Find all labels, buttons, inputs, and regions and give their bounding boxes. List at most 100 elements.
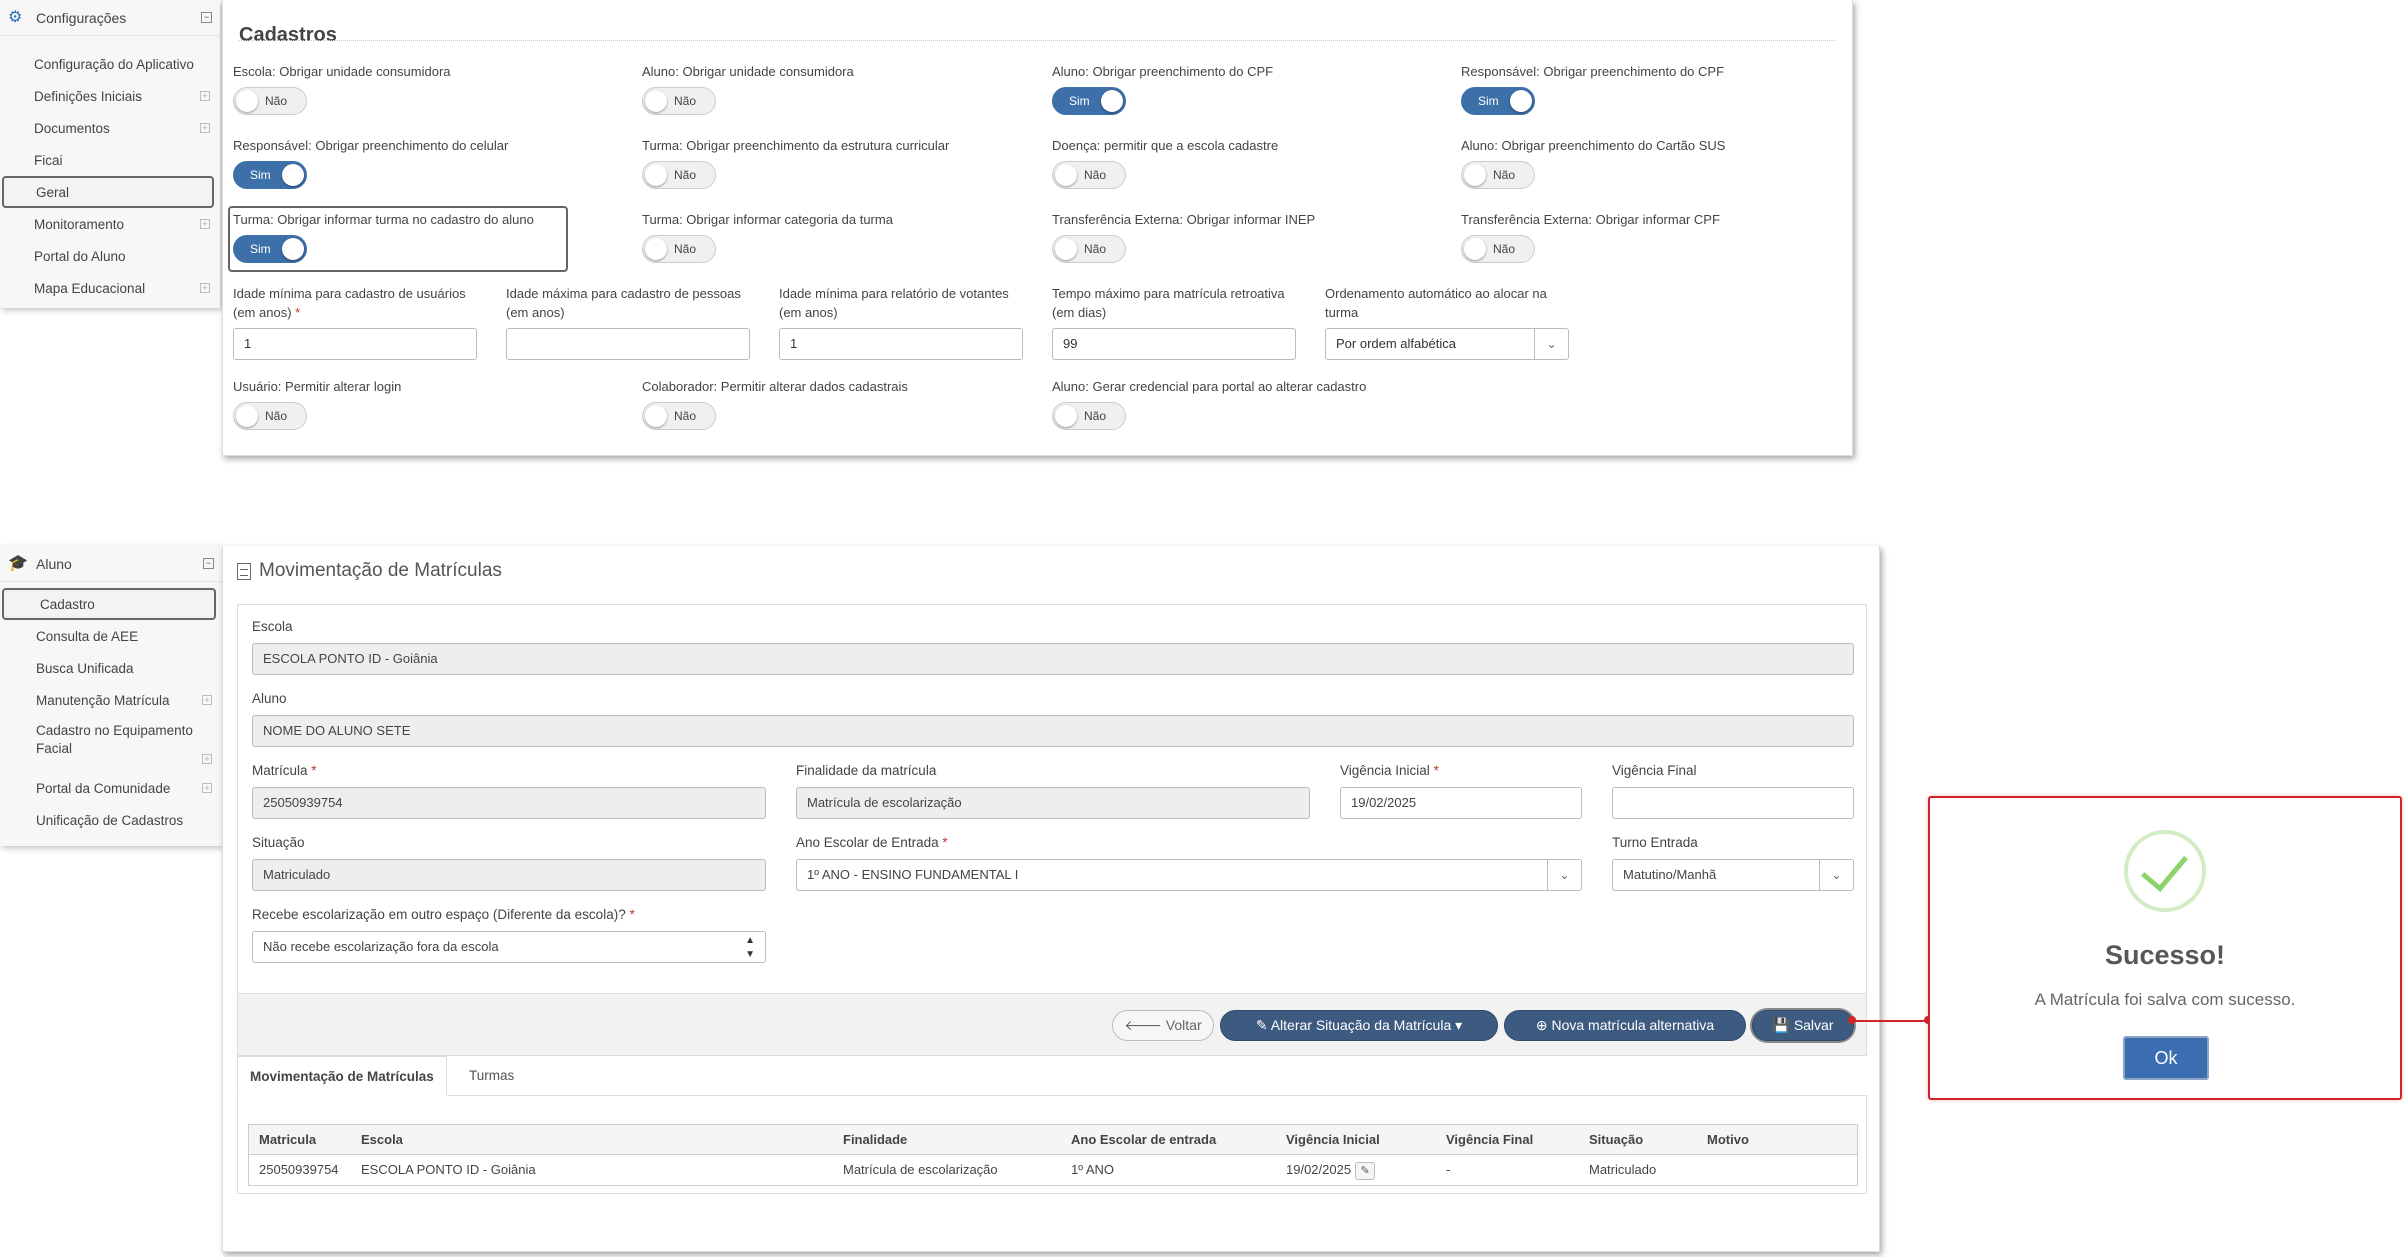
toggle-field: Usuário: Permitir alterar login Não bbox=[233, 377, 401, 430]
alterar-situacao-button[interactable]: ✎ Alterar Situação da Matrícula ▾ bbox=[1220, 1010, 1498, 1041]
sidebar-header-label: Aluno bbox=[36, 555, 72, 572]
updown-icon[interactable]: ▲ ▼ bbox=[745, 932, 755, 962]
input-label: Tempo máximo para matrícula retroativa (… bbox=[1052, 286, 1285, 320]
toggle-switch[interactable]: Não bbox=[642, 161, 716, 189]
vigencia-final-input[interactable] bbox=[1612, 787, 1854, 819]
toggle-knob bbox=[1055, 238, 1077, 260]
required-mark: * bbox=[295, 305, 301, 320]
toggle-switch[interactable]: Não bbox=[1052, 402, 1126, 430]
collapse-icon[interactable]: − bbox=[203, 558, 214, 569]
toggle-field: Transferência Externa: Obrigar informar … bbox=[1461, 210, 1720, 263]
toggle-knob bbox=[1464, 238, 1486, 260]
sidebar-item-label: Configuração do Aplicativo bbox=[34, 56, 194, 72]
sidebar-item-geral[interactable]: Geral bbox=[2, 176, 214, 208]
toggle-switch[interactable]: Sim bbox=[1461, 87, 1535, 115]
toggle-label: Aluno: Obrigar preenchimento do Cartão S… bbox=[1461, 138, 1726, 153]
vigencia-inicial-input[interactable]: 19/02/2025 bbox=[1340, 787, 1582, 819]
nova-matricula-button[interactable]: ⊕ Nova matrícula alternativa bbox=[1504, 1010, 1746, 1041]
toggle-field: Transferência Externa: Obrigar informar … bbox=[1052, 210, 1315, 263]
field-label: Aluno bbox=[252, 691, 287, 706]
column-header: Motivo bbox=[1707, 1132, 1749, 1147]
toggle-switch[interactable]: Não bbox=[233, 87, 307, 115]
voltar-button[interactable]: 🡐 Voltar bbox=[1112, 1010, 1214, 1041]
edit-icon[interactable]: ✎ bbox=[1355, 1161, 1376, 1180]
sidebar-item-cadastro-equipamento-facial[interactable]: Cadastro no Equipamento Facial + bbox=[0, 716, 222, 772]
document-icon bbox=[237, 562, 251, 580]
caret-down-icon: ▾ bbox=[1451, 1017, 1463, 1033]
sidebar-header-label: Configurações bbox=[36, 9, 127, 26]
sidebar-item-manutencao-matricula[interactable]: Manutenção Matrícula + bbox=[0, 684, 222, 716]
expand-icon[interactable]: + bbox=[200, 123, 210, 133]
idade-maxima-pessoas-input[interactable] bbox=[506, 328, 750, 360]
toggle-label: Escola: Obrigar unidade consumidora bbox=[233, 64, 451, 79]
collapse-icon[interactable]: − bbox=[201, 12, 212, 23]
plus-circle-icon: ⊕ bbox=[1535, 1017, 1552, 1033]
tab-content: Matricula Escola Finalidade Ano Escolar … bbox=[237, 1096, 1867, 1194]
sidebar-item-unificacao-cadastros[interactable]: Unificação de Cadastros bbox=[0, 804, 222, 836]
sidebar-header-configuracoes[interactable]: ⚙ Configurações − bbox=[0, 0, 220, 36]
expand-icon[interactable]: + bbox=[202, 783, 212, 793]
salvar-button[interactable]: 💾 Salvar bbox=[1752, 1010, 1854, 1041]
column-header: Matricula bbox=[259, 1132, 317, 1147]
toggle-label: Aluno: Obrigar unidade consumidora bbox=[642, 64, 854, 79]
sidebar-item-documentos[interactable]: Documentos + bbox=[0, 112, 220, 144]
sidebar-item-definicoes-iniciais[interactable]: Definições Iniciais + bbox=[0, 80, 220, 112]
chevron-down-icon[interactable]: ⌄ bbox=[1534, 329, 1568, 359]
toggle-switch[interactable]: Não bbox=[642, 402, 716, 430]
toggle-value: Não bbox=[265, 94, 288, 108]
toggle-switch[interactable]: Não bbox=[642, 235, 716, 263]
toggle-switch[interactable]: Não bbox=[233, 402, 307, 430]
toggle-value: Sim bbox=[1478, 94, 1499, 108]
toggle-label: Turma: Obrigar preenchimento da estrutur… bbox=[642, 138, 950, 153]
toggle-switch[interactable]: Não bbox=[642, 87, 716, 115]
action-bar: 🡐 Voltar ✎ Alterar Situação da Matrícula… bbox=[237, 994, 1867, 1056]
sidebar-item-monitoramento[interactable]: Monitoramento + bbox=[0, 208, 220, 240]
turno-select[interactable]: Matutino/Manhã ⌄ bbox=[1612, 859, 1854, 891]
column-header: Ano Escolar de entrada bbox=[1071, 1132, 1217, 1147]
tab-turmas[interactable]: Turmas bbox=[457, 1056, 526, 1096]
table-cell: 19/02/2025 ✎ bbox=[1286, 1155, 1376, 1185]
sidebar-header-aluno[interactable]: 🎓 Aluno − bbox=[0, 546, 222, 582]
sidebar-item-cadastro[interactable]: Cadastro bbox=[2, 588, 216, 620]
sidebar-item-mapa-educacional[interactable]: Mapa Educacional + bbox=[0, 272, 220, 304]
sidebar-item-ficai[interactable]: Ficai bbox=[0, 144, 220, 176]
expand-icon[interactable]: + bbox=[200, 91, 210, 101]
sidebar-item-portal-comunidade[interactable]: Portal da Comunidade + bbox=[0, 772, 222, 804]
ordenamento-select[interactable]: Por ordem alfabética ⌄ bbox=[1325, 328, 1569, 360]
tempo-maximo-retroativa-input[interactable]: 99 bbox=[1052, 328, 1296, 360]
recebe-escolarizacao-select[interactable]: Não recebe escolarização fora da escola ▲… bbox=[252, 931, 766, 963]
sidebar-item-busca-unificada[interactable]: Busca Unificada bbox=[0, 652, 222, 684]
edit-icon: ✎ bbox=[1255, 1017, 1271, 1033]
input-label: Idade máxima para cadastro de pessoas (e… bbox=[506, 286, 741, 320]
expand-icon[interactable]: + bbox=[202, 695, 212, 705]
sidebar-item-consulta-aee[interactable]: Consulta de AEE bbox=[0, 620, 222, 652]
toggle-switch[interactable]: Não bbox=[1052, 235, 1126, 263]
expand-icon[interactable]: + bbox=[202, 754, 212, 764]
toggle-switch[interactable]: Não bbox=[1461, 235, 1535, 263]
toggle-value: Sim bbox=[250, 168, 271, 182]
ok-button[interactable]: Ok bbox=[2123, 1036, 2209, 1080]
chevron-down-icon[interactable]: ⌄ bbox=[1819, 860, 1853, 890]
expand-icon[interactable]: + bbox=[200, 283, 210, 293]
idade-minima-votantes-input[interactable]: 1 bbox=[779, 328, 1023, 360]
vigencia-inicial-field: Vigência Inicial * 19/02/2025 bbox=[1340, 763, 1582, 819]
expand-icon[interactable]: + bbox=[200, 219, 210, 229]
toggle-switch[interactable]: Não bbox=[1052, 161, 1126, 189]
panel-title: Cadastros bbox=[239, 24, 337, 46]
toggle-label: Aluno: Gerar credencial para portal ao a… bbox=[1052, 379, 1367, 394]
sidebar-item-portal-aluno[interactable]: Portal do Aluno bbox=[0, 240, 220, 272]
toggle-switch[interactable]: Não bbox=[1461, 161, 1535, 189]
modal-title: Sucesso! bbox=[2104, 940, 2226, 970]
sidebar-item-configuracao-aplicativo[interactable]: Configuração do Aplicativo bbox=[0, 48, 220, 80]
toggle-switch[interactable]: Sim bbox=[233, 161, 307, 189]
field-label: Vigência Final bbox=[1612, 763, 1697, 778]
tab-movimentacao[interactable]: Movimentação de Matrículas bbox=[237, 1056, 447, 1096]
situacao-input: Matriculado bbox=[252, 859, 766, 891]
toggle-field: Aluno: Gerar credencial para portal ao a… bbox=[1052, 377, 1366, 430]
toggle-switch[interactable]: Sim bbox=[1052, 87, 1126, 115]
idade-minima-usuarios-input[interactable]: 1 bbox=[233, 328, 477, 360]
toggle-field: Escola: Obrigar unidade consumidora Não bbox=[233, 62, 451, 115]
chevron-down-icon[interactable]: ⌄ bbox=[1547, 860, 1581, 890]
sidebar-item-label: Portal da Comunidade bbox=[36, 780, 171, 796]
ano-escolar-select[interactable]: 1º ANO - ENSINO FUNDAMENTAL I ⌄ bbox=[796, 859, 1582, 891]
